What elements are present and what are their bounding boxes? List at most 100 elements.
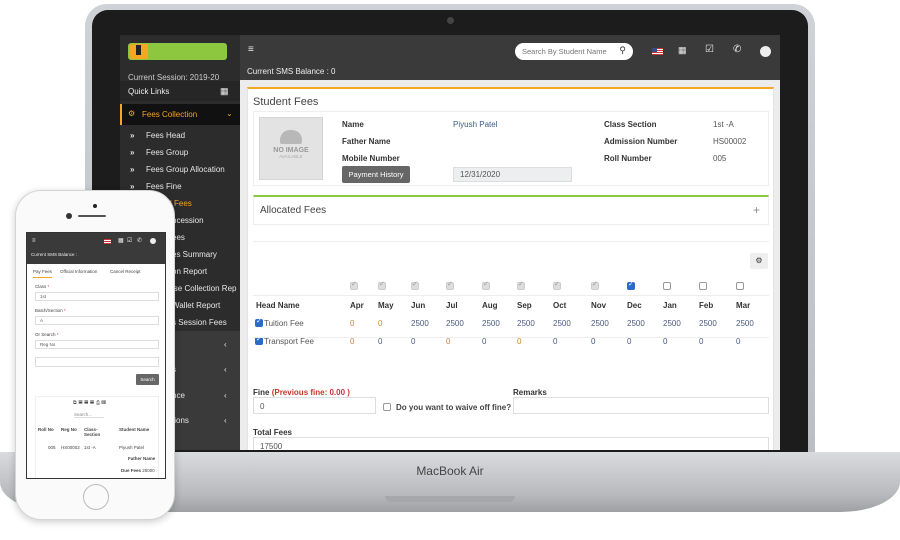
calendar-icon[interactable]: ▦ — [118, 237, 124, 244]
fee-cell: 0 — [699, 337, 704, 346]
sidebar-item[interactable]: es Summary — [172, 250, 217, 259]
sidebar-item-fees-head[interactable]: » Fees Head — [130, 131, 185, 140]
grid-icon[interactable]: ▦ — [220, 86, 229, 97]
class-select[interactable]: 1st — [35, 292, 159, 301]
month-checkbox-oct: ✓ — [553, 281, 561, 290]
fee-cell: 0 — [736, 337, 741, 346]
speaker-grille — [78, 215, 106, 217]
tab-pay-fees[interactable]: Pay Fees — [33, 269, 53, 278]
fee-head-checkbox[interactable]: ✓ — [255, 336, 263, 345]
fee-cell: 0 — [350, 319, 355, 328]
fee-cell: 2500 — [627, 319, 645, 328]
phone-screen: ≡ ▦ ☑ ✆ Current SMS Balance : Pay Fees O… — [26, 232, 166, 479]
us-flag-icon[interactable] — [104, 239, 111, 244]
sidebar-item[interactable]: s Session Fees — [172, 318, 227, 327]
column-header[interactable]: Reg No — [61, 427, 77, 432]
us-flag-icon[interactable] — [652, 48, 663, 55]
fee-cell: 0 — [553, 337, 558, 346]
fee-head-name: Tuition Fee — [264, 319, 304, 328]
total-fees-input[interactable]: 17500 — [253, 437, 769, 450]
sidebar-item-fees-group-allocation[interactable]: » Fees Group Allocation — [130, 165, 225, 174]
fee-cell: 2500 — [591, 319, 609, 328]
father-name-label: Father Name — [128, 456, 156, 461]
cogs-icon: ⚙ — [128, 109, 136, 118]
month-checkbox-jan[interactable] — [663, 282, 671, 290]
user-group-icon — [280, 130, 302, 144]
student-search-input[interactable] — [522, 44, 617, 59]
whatsapp-icon[interactable]: ✆ — [137, 237, 142, 244]
logo — [128, 43, 227, 60]
column-header[interactable]: Class-Section — [84, 427, 104, 437]
phone-sms-balance: Current SMS Balance : — [31, 252, 78, 257]
month-checkbox-dec[interactable]: ✓ — [627, 281, 635, 290]
settings-gear-icon[interactable]: ⚙ — [750, 253, 768, 269]
month-checkbox-nov: ✓ — [591, 281, 599, 290]
hamburger-icon[interactable]: ≡ — [248, 44, 254, 55]
sidebar-item[interactable]: ncession — [172, 216, 204, 225]
allocated-fees-title: Allocated Fees — [260, 205, 327, 216]
month-checkbox-feb[interactable] — [699, 282, 707, 290]
checkbox-icon[interactable]: ☑ — [705, 44, 714, 55]
waive-fine-checkbox[interactable] — [383, 403, 391, 411]
sidebar-item[interactable]: ise Collection Rep — [172, 284, 236, 293]
month-header: Jul — [446, 301, 458, 310]
plus-icon[interactable]: + — [753, 203, 760, 217]
sidebar-group-label: Fees Collection — [142, 110, 198, 119]
month-header: Nov — [591, 301, 607, 310]
month-checkbox-jun: ✓ — [411, 281, 419, 290]
column-header[interactable]: Student Name — [119, 427, 149, 432]
cell: 1st -A — [84, 445, 96, 450]
home-button[interactable] — [83, 484, 109, 510]
avatar[interactable] — [150, 238, 156, 244]
whatsapp-icon[interactable]: ✆ — [733, 44, 741, 55]
search-value-input[interactable] — [35, 357, 159, 367]
sidebar-group-fees-collection[interactable]: ⚙ Fees Collection ⌄ — [120, 104, 240, 125]
remarks-input[interactable] — [513, 397, 769, 414]
or-search-select[interactable]: Reg No — [35, 340, 159, 349]
laptop-notch — [385, 496, 515, 502]
remarks-label: Remarks — [513, 388, 547, 397]
fine-input[interactable]: 0 — [253, 397, 376, 414]
avatar[interactable] — [760, 46, 771, 57]
month-header: Jun — [411, 301, 426, 310]
sidebar-item[interactable]: on Report — [172, 267, 207, 276]
tab-official-information[interactable]: Official Information — [60, 269, 97, 274]
tab-cancel-receipt[interactable]: Cancel Receipt — [110, 269, 141, 274]
batch-select[interactable]: A — [35, 316, 159, 325]
month-header: Feb — [699, 301, 714, 310]
page-title: Student Fees — [253, 96, 319, 108]
search-button[interactable]: Search — [136, 374, 159, 385]
top-bar: ≡ ⚲ ▦ ☑ ✆ — [240, 35, 780, 64]
batch-label: Batch/Section * — [35, 308, 66, 313]
payment-history-button[interactable]: Payment History — [342, 166, 410, 183]
quick-links[interactable]: Quick Links — [128, 87, 169, 96]
month-checkbox-jul: ✓ — [446, 281, 454, 290]
no-image-placeholder: NO IMAGE AVAILABLE — [259, 117, 323, 180]
allocated-fees-panel[interactable]: Allocated Fees + — [253, 195, 769, 225]
sidebar-item-fees-group[interactable]: » Fees Group — [130, 148, 188, 157]
fee-cell: 2500 — [663, 319, 681, 328]
column-header[interactable]: Roll No — [38, 427, 54, 432]
fee-head-checkbox[interactable]: ✓ — [255, 318, 263, 327]
table-search[interactable]: Search... — [74, 412, 105, 418]
fee-cell: 2500 — [411, 319, 429, 328]
fee-cell: 2500 — [699, 319, 717, 328]
export-icons[interactable]: ⧉▤▤▤⎙▥ — [73, 400, 108, 406]
calendar-icon[interactable]: ▦ — [678, 45, 687, 56]
month-header: Oct — [553, 301, 567, 310]
search-icon[interactable]: ⚲ — [619, 45, 626, 56]
sidebar-item[interactable]: Wallet Report — [172, 301, 220, 310]
fee-cell: 2500 — [482, 319, 500, 328]
cell: Piyush Patel — [119, 445, 145, 450]
checkbox-icon[interactable]: ☑ — [127, 237, 132, 244]
due-fees: Due Fees 25000 — [121, 468, 155, 473]
month-header: Jan — [663, 301, 677, 310]
class-label: Class * — [35, 284, 50, 289]
month-header: Apr — [350, 301, 364, 310]
total-fees-label: Total Fees — [253, 428, 292, 437]
date-field[interactable]: 12/31/2020 — [453, 167, 572, 182]
hamburger-icon[interactable]: ≡ — [32, 238, 36, 244]
cell: 005 — [48, 445, 56, 450]
student-search[interactable]: ⚲ — [515, 43, 633, 60]
month-checkbox-mar[interactable] — [736, 282, 744, 290]
